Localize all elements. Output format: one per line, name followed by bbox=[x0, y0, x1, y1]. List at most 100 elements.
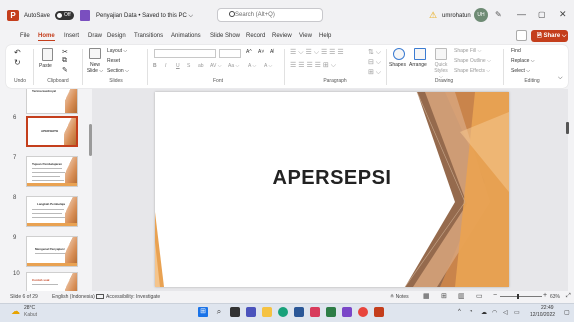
slide-title[interactable]: APERSEPSI bbox=[155, 167, 509, 190]
share-button[interactable]: 🖻 Share ⌵ bbox=[531, 30, 568, 42]
arrange-button[interactable]: Arrange bbox=[409, 62, 427, 68]
char-spacing-button[interactable]: AV ⌵ bbox=[210, 63, 221, 69]
align-icon[interactable]: ☰ ☰ ☰ ☰ ⊞ ⌵ bbox=[290, 61, 336, 70]
tab-review[interactable]: Review bbox=[272, 33, 292, 39]
volume-icon[interactable]: ◁ bbox=[503, 309, 508, 316]
accessibility-icon[interactable] bbox=[96, 294, 104, 299]
weather-temp[interactable]: 28°C bbox=[24, 305, 35, 311]
weather-text[interactable]: Kabut bbox=[24, 312, 37, 318]
tab-insert[interactable]: Insert bbox=[64, 33, 79, 39]
tab-help[interactable]: Help bbox=[319, 33, 331, 39]
wifi-icon[interactable]: ◠ bbox=[492, 309, 497, 316]
align-text-icon[interactable]: ⊟ ⌵ bbox=[368, 58, 381, 67]
tab-transitions[interactable]: Transitions bbox=[134, 33, 163, 39]
font-name-select[interactable] bbox=[154, 49, 216, 58]
tab-view[interactable]: View bbox=[299, 33, 312, 39]
quick-styles-icon[interactable] bbox=[435, 48, 447, 60]
slide-canvas[interactable]: APERSEPSI bbox=[155, 92, 509, 287]
battery-icon[interactable]: ▭ bbox=[514, 309, 520, 316]
paste-label[interactable]: Paste bbox=[39, 63, 52, 69]
smartart-icon[interactable]: ⊞ ⌵ bbox=[368, 68, 381, 77]
cut-icon[interactable]: ✂ bbox=[62, 48, 68, 56]
font-size-select[interactable] bbox=[219, 49, 241, 58]
canvas-scrollbar-thumb[interactable] bbox=[566, 122, 569, 134]
close-button[interactable]: ✕ bbox=[559, 9, 567, 20]
italic-button[interactable]: I bbox=[165, 63, 166, 69]
zoom-in-icon[interactable]: + bbox=[543, 292, 547, 299]
network-icon[interactable]: ◔ bbox=[469, 309, 473, 315]
strikethrough-button[interactable]: S bbox=[187, 63, 190, 69]
search-icon[interactable]: ⌕ bbox=[214, 307, 224, 317]
find-button[interactable]: Find bbox=[511, 48, 521, 54]
comment-icon[interactable] bbox=[516, 30, 527, 41]
zoom-out-icon[interactable]: − bbox=[493, 292, 497, 299]
edge-icon[interactable] bbox=[278, 307, 288, 317]
layout-button[interactable]: Layout ⌵ bbox=[107, 48, 127, 54]
bold-button[interactable]: B bbox=[153, 63, 157, 69]
redo-icon[interactable]: ↻ bbox=[14, 58, 21, 67]
chat-icon[interactable] bbox=[246, 307, 256, 317]
powerpoint-taskbar-icon[interactable] bbox=[374, 307, 384, 317]
app-icon[interactable] bbox=[342, 307, 352, 317]
warning-icon[interactable]: ⚠ bbox=[429, 10, 439, 20]
zoom-slider-knob[interactable] bbox=[517, 294, 519, 299]
notification-icon[interactable]: ▢ bbox=[564, 309, 570, 316]
collapse-ribbon-icon[interactable]: ⌵ bbox=[558, 75, 563, 82]
zoom-level[interactable]: 63% bbox=[550, 294, 560, 300]
shapes-button[interactable]: Shapes bbox=[389, 62, 406, 68]
user-name[interactable]: umrohatun bbox=[442, 13, 471, 19]
shape-outline-button[interactable]: Shape Outline ⌵ bbox=[454, 58, 491, 64]
slideshow-icon[interactable]: ▭ bbox=[476, 292, 483, 300]
section-button[interactable]: Section ⌵ bbox=[107, 68, 129, 74]
chrome-icon[interactable] bbox=[358, 307, 368, 317]
tab-home[interactable]: Home bbox=[38, 33, 55, 41]
weather-icon[interactable]: ☁ bbox=[11, 306, 20, 317]
change-case-button[interactable]: Aa ⌵ bbox=[228, 63, 239, 69]
tab-slide-show[interactable]: Slide Show bbox=[210, 33, 240, 39]
file-explorer-icon[interactable] bbox=[262, 307, 272, 317]
text-direction-icon[interactable]: ⇅ ⌵ bbox=[368, 48, 381, 57]
undo-icon[interactable]: ↶ bbox=[14, 48, 21, 57]
app-icon[interactable] bbox=[310, 307, 320, 317]
new-slide-icon[interactable] bbox=[89, 48, 101, 59]
tab-design[interactable]: Design bbox=[107, 33, 126, 39]
accessibility-status[interactable]: Accessibility: Investigate bbox=[106, 294, 160, 300]
format-painter-icon[interactable]: ✎ bbox=[62, 66, 68, 74]
tray-date[interactable]: 12/10/2022 bbox=[530, 312, 555, 318]
document-title[interactable]: Penyajian Data • Saved to this PC ⌵ bbox=[96, 13, 193, 20]
start-icon[interactable]: ⊞ bbox=[198, 307, 208, 317]
shape-effects-button[interactable]: Shape Effects ⌵ bbox=[454, 68, 490, 74]
tab-animations[interactable]: Animations bbox=[171, 33, 201, 39]
slide-thumbnail[interactable]: Langkah Pembelajaran bbox=[26, 196, 78, 227]
tray-time[interactable]: 22:49 bbox=[541, 305, 554, 311]
slide-thumbnail-selected[interactable]: APERSEPSI bbox=[26, 116, 78, 147]
slide-sorter-icon[interactable]: ⊞ bbox=[441, 292, 447, 300]
avatar[interactable]: UH bbox=[474, 8, 488, 22]
arrange-icon[interactable] bbox=[414, 48, 426, 60]
shadow-button[interactable]: ab bbox=[198, 63, 204, 69]
app-icon[interactable] bbox=[326, 307, 336, 317]
shape-fill-button[interactable]: Shape Fill ⌵ bbox=[454, 48, 481, 54]
pen-icon[interactable]: ✎ bbox=[495, 10, 502, 19]
reading-view-icon[interactable]: ▥ bbox=[458, 292, 465, 300]
task-view-icon[interactable] bbox=[230, 307, 240, 317]
paste-icon[interactable] bbox=[42, 48, 53, 61]
maximize-button[interactable]: ▢ bbox=[538, 10, 546, 19]
bullets-icon[interactable]: ☰ ⌵ ☰ ⌵ ☰ ☰ ☰ bbox=[290, 48, 344, 57]
tray-overflow-icon[interactable]: ^ bbox=[458, 309, 461, 315]
copy-icon[interactable]: ⧉ bbox=[62, 57, 67, 65]
slide-thumbnail[interactable]: Mengenal Penyajian Data bbox=[26, 236, 78, 267]
fit-slide-icon[interactable]: ⤢ bbox=[566, 293, 571, 300]
new-slide-button[interactable]: New Slide ⌵ bbox=[85, 62, 105, 74]
replace-button[interactable]: Replace ⌵ bbox=[511, 58, 535, 64]
store-icon[interactable] bbox=[294, 307, 304, 317]
notes-button[interactable]: ≙ Notes bbox=[390, 294, 409, 300]
slide-thumbnail[interactable]: Contoh soal bbox=[26, 272, 78, 291]
slide-thumbnail[interactable]: Tujuan Pembelajaran bbox=[26, 156, 78, 187]
tab-record[interactable]: Record bbox=[246, 33, 265, 39]
highlight-button[interactable]: A ⌵ bbox=[248, 63, 256, 69]
normal-view-icon[interactable]: ▦ bbox=[423, 292, 430, 300]
tab-draw[interactable]: Draw bbox=[88, 33, 102, 39]
shapes-icon[interactable] bbox=[393, 48, 405, 60]
font-color-button[interactable]: A ⌵ bbox=[264, 63, 272, 69]
